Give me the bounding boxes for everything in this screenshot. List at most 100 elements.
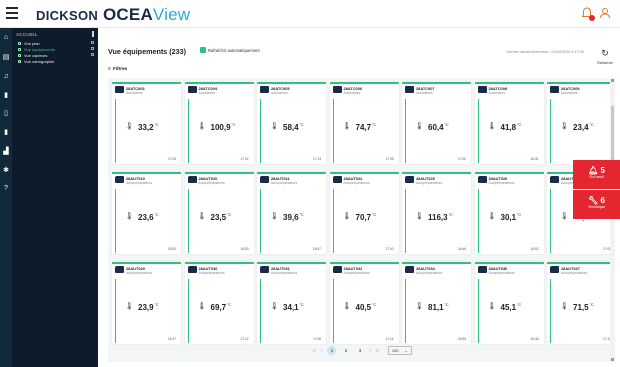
measure-value: 69,7°C bbox=[210, 303, 232, 312]
equipment-type: Autoclaves bbox=[488, 91, 506, 95]
first-page-icon[interactable]: « bbox=[313, 348, 316, 354]
measure-time: 16:47 bbox=[168, 337, 176, 341]
equipment-card[interactable]: 28AUT032 Autopréparateurs 🌡︎ 40,5°C 17:14 bbox=[329, 262, 399, 344]
equipment-card[interactable]: 28ATC006 Autoclaves 🌡︎ 74,7°C 17:05 bbox=[329, 82, 399, 164]
chart-icon[interactable]: ▟ bbox=[2, 148, 10, 156]
autoclave-icon bbox=[115, 86, 124, 93]
equipment-card[interactable]: 28AUT019 Autopréparateurs 🌡︎ 23,6°C 16:52 bbox=[112, 172, 181, 254]
report-icon[interactable]: ▮ bbox=[2, 92, 10, 100]
home-icon[interactable]: ⌂ bbox=[2, 34, 10, 42]
autoclave-icon bbox=[550, 86, 559, 93]
autoclave-icon bbox=[187, 86, 197, 93]
measure-time: 17:05 bbox=[603, 247, 610, 251]
equipment-card[interactable]: 28AUT024 Autopréparateurs 🌡︎ 70,7°C 17:00 bbox=[329, 172, 399, 254]
autoclave-icon bbox=[477, 86, 487, 93]
threshold-alert-button[interactable]: 🔔︎ 5 Sur seuil bbox=[573, 160, 620, 190]
page-3[interactable]: 3 bbox=[355, 346, 364, 355]
bell-icon[interactable]: ♫ bbox=[2, 73, 10, 81]
card-header: 28AUT036 Autopréparateurs bbox=[475, 264, 544, 277]
nav-section-header[interactable]: ACCUEIL bbox=[12, 28, 98, 40]
measure-panel: 🌡︎ 30,1°C 16:52 bbox=[477, 189, 541, 253]
refresh-button[interactable]: ↻ Rafraîchir bbox=[594, 43, 616, 66]
filter-icon: ≡ bbox=[108, 66, 111, 72]
equipment-card[interactable]: 28ATC004 Autoclaves 🌡︎ 100,9°C 17:02 bbox=[184, 82, 254, 164]
measure-time: 17:06 bbox=[313, 337, 321, 341]
notifications-icon[interactable] bbox=[580, 6, 595, 21]
card-header: 28ATC009 Autoclaves bbox=[547, 84, 610, 97]
card-header: 28ATC004 Autoclaves bbox=[185, 84, 254, 97]
truck-icon bbox=[260, 176, 269, 183]
truck-icon bbox=[405, 176, 414, 183]
thermometer-icon: 🌡︎ bbox=[125, 123, 134, 130]
thermometer-icon: 🌡︎ bbox=[342, 303, 352, 310]
equipment-card[interactable]: 28AUT034 Autopréparateurs 🌡︎ 81,1°C 16:55 bbox=[402, 262, 471, 344]
equipment-card[interactable]: 28AUT036 Autopréparateurs 🌡︎ 45,1°C 16:46 bbox=[474, 262, 544, 344]
measure-panel: 🌡︎ 58,4°C 17:13 bbox=[260, 99, 323, 163]
user-icon[interactable] bbox=[598, 6, 612, 20]
measure-time: 16:52 bbox=[168, 247, 176, 251]
equipment-card[interactable]: 28AUT037Autopréparateurs 🌡︎ 71,5°C 17:12 bbox=[547, 262, 610, 344]
equipment-card[interactable]: 28AUT031 Autopréparateurs 🌡︎ 34,1°C 17:06 bbox=[257, 262, 326, 344]
refresh-icon: ↻ bbox=[601, 48, 609, 58]
measure-panel: 🌡︎ 71,5°C 17:12 bbox=[550, 279, 610, 343]
prev-page-icon[interactable]: ‹ bbox=[321, 348, 323, 354]
equipment-card[interactable]: 28AUT030 Autopréparateurs 🌡︎ 69,7°C 17:12 bbox=[184, 262, 254, 344]
thermometer-icon: 🌡︎ bbox=[487, 213, 497, 220]
measure-time: 17:13 bbox=[313, 157, 321, 161]
measure-panel: 🌡︎ 34,1°C 17:06 bbox=[260, 279, 323, 343]
measure-panel: 🌡︎ 116,3°C 16:46 bbox=[405, 189, 468, 253]
equipment-card[interactable]: 28ATC005 Autoclaves 🌡︎ 58,4°C 17:13 bbox=[257, 82, 326, 164]
truck-icon bbox=[332, 176, 342, 183]
equipment-card[interactable]: 28ATC008 Autoclaves 🌡︎ 41,8°C 16:41 bbox=[474, 82, 544, 164]
app-logo: DICKSON OCEAView bbox=[36, 5, 191, 24]
measure-time: 16:46 bbox=[458, 247, 466, 251]
equipment-icon bbox=[18, 47, 21, 51]
technical-alert-button[interactable]: 🔧︎ 6 Technique bbox=[573, 190, 620, 220]
card-header: 28ATC007 Autoclaves bbox=[402, 84, 471, 97]
gear-icon[interactable]: ✱ bbox=[2, 167, 10, 175]
page-size-select[interactable]: 100 ⌄ bbox=[387, 346, 412, 355]
measure-value: 39,6°C bbox=[283, 213, 304, 222]
thermometer-icon: 🌡︎ bbox=[560, 213, 569, 220]
equipment-card[interactable]: 28AUT025 Autopréparateurs 🌡︎ 116,3°C 16:46 bbox=[402, 172, 471, 254]
card-header: 28AUT019 Autopréparateurs bbox=[112, 174, 181, 187]
next-page-icon[interactable]: › bbox=[369, 348, 371, 354]
equipment-card[interactable]: 28ATC007 Autoclaves 🌡︎ 60,4°C 17:00 bbox=[402, 82, 471, 164]
last-page-icon[interactable]: » bbox=[376, 348, 379, 354]
thermometer-icon[interactable]: ▮ bbox=[2, 129, 10, 137]
thermometer-icon: 🌡︎ bbox=[487, 303, 497, 310]
measure-panel: 🌡︎ 23,4°C bbox=[550, 99, 610, 163]
equipment-card[interactable]: 28AUT020 Autopréparateurs 🌡︎ 23,5°C 16:53 bbox=[184, 172, 254, 254]
card-header: 28AUT025 Autopréparateurs bbox=[402, 174, 471, 187]
truck-icon bbox=[477, 266, 487, 273]
equipment-type: Autopréparateurs bbox=[416, 181, 443, 185]
filters-toggle[interactable]: ≡ Filtres bbox=[108, 66, 127, 72]
truck-icon bbox=[477, 176, 487, 183]
equipment-card[interactable]: 28AUT029 Autopréparateurs 🌡︎ 23,9°C 16:47 bbox=[112, 262, 181, 344]
equipment-card[interactable]: 28AUT026 Autopréparateurs 🌡︎ 30,1°C 16:52 bbox=[474, 172, 544, 254]
card-header: 28AUT030 Autopréparateurs bbox=[185, 264, 254, 277]
measure-value: 58,4°C bbox=[283, 123, 304, 132]
equipment-card[interactable]: 28AUT021 Autopréparateurs 🌡︎ 39,6°C 16:47 bbox=[257, 172, 326, 254]
page-1[interactable]: 1 bbox=[327, 346, 337, 355]
equipment-type: Autopréparateurs bbox=[343, 181, 370, 185]
auto-refresh-checkbox[interactable] bbox=[200, 47, 206, 53]
equipment-grid: 28ATC003 Autoclaves 🌡︎ 33,2°C 17:09 28ATC004 A… bbox=[108, 78, 610, 362]
help-icon[interactable]: ? bbox=[2, 185, 10, 193]
card-header: 28AUT032 Autopréparateurs bbox=[330, 264, 399, 277]
auto-refresh-label: Rafraîchir automatiquement bbox=[208, 48, 260, 53]
document-icon[interactable]: ▤ bbox=[2, 54, 10, 62]
equipment-card[interactable]: 28ATC009 Autoclaves 🌡︎ 23,4°C bbox=[547, 82, 610, 164]
scrollbar-thumb[interactable] bbox=[611, 106, 614, 166]
measure-time: 17:00 bbox=[458, 157, 466, 161]
plan-icon bbox=[18, 41, 21, 45]
truck-icon bbox=[187, 266, 197, 273]
sidebar-item-cartographie[interactable]: Vue cartographie bbox=[12, 58, 98, 64]
sensor-icon[interactable]: ▯ bbox=[2, 110, 10, 118]
grid-scrollbar[interactable] bbox=[610, 78, 615, 362]
menu-icon[interactable] bbox=[6, 7, 18, 19]
measure-value: 23,4°C bbox=[573, 123, 594, 132]
equipment-card[interactable]: 28ATC003 Autoclaves 🌡︎ 33,2°C 17:09 bbox=[112, 82, 181, 164]
equipment-type: Autopréparateurs bbox=[198, 181, 225, 185]
page-2[interactable]: 2 bbox=[341, 346, 350, 355]
